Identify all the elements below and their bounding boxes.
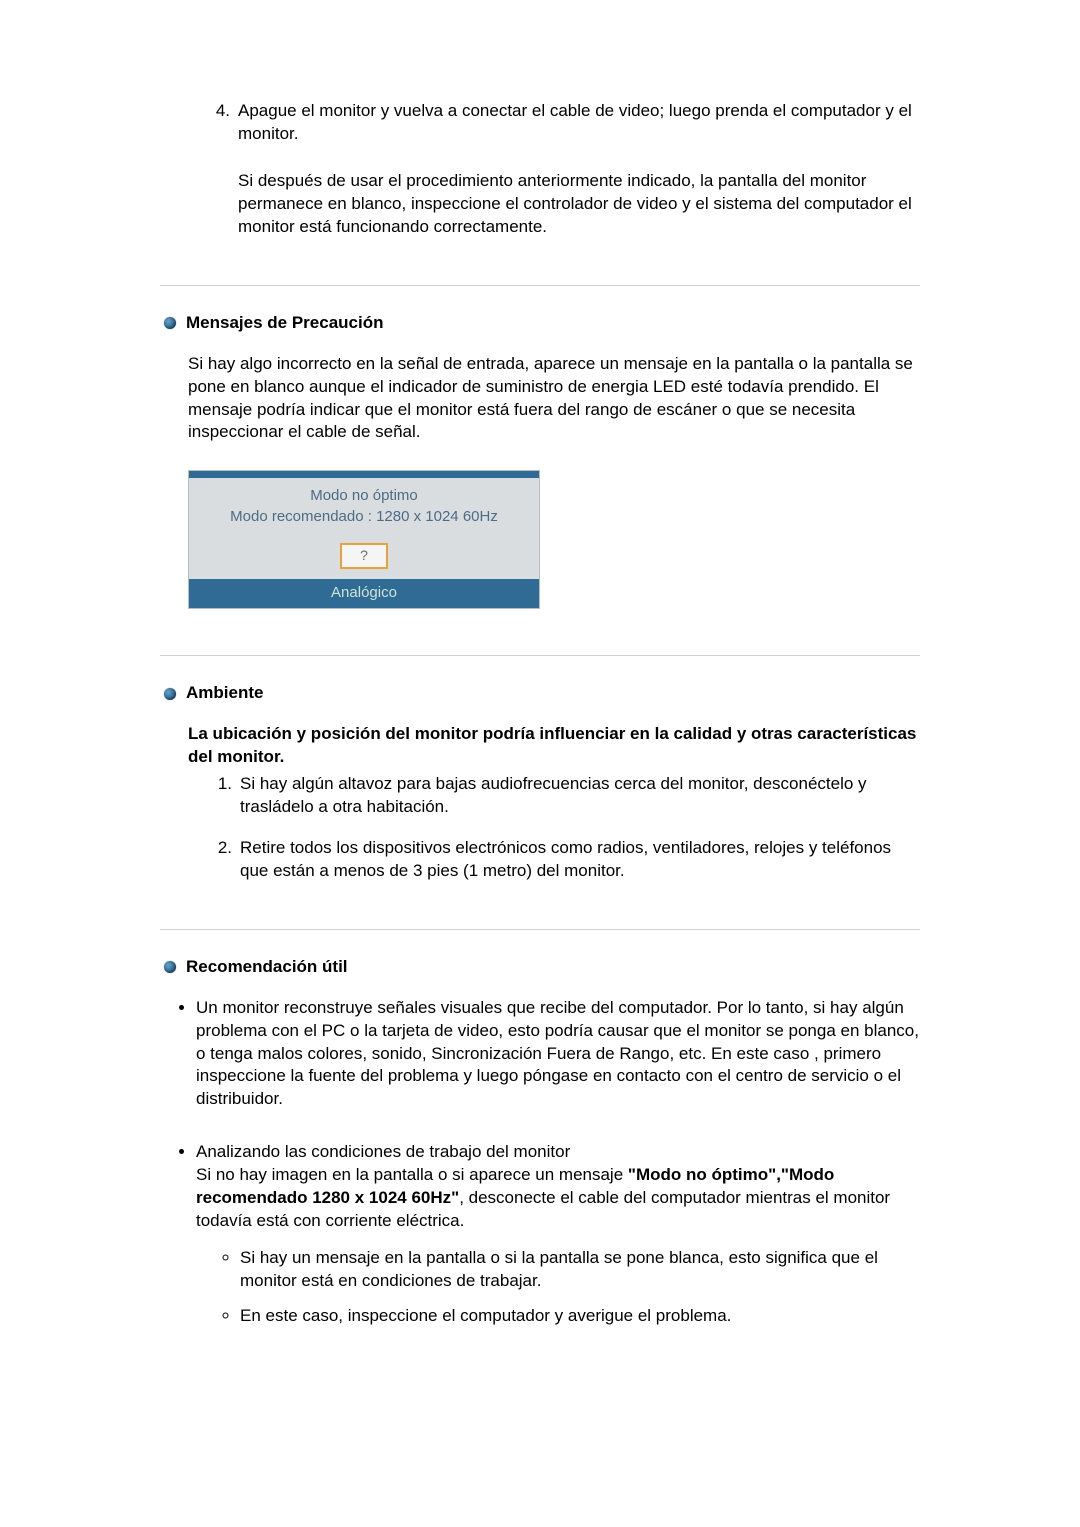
section-divider xyxy=(160,655,920,656)
environment-item-2: 2. Retire todos los dispositivos electró… xyxy=(202,837,920,883)
section-recommendation-body: Un monitor reconstruye señales visuales … xyxy=(170,997,920,1328)
warning-box-message: Modo no óptimo Modo recomendado : 1280 x… xyxy=(189,478,539,537)
step-text: Retire todos los dispositivos electrónic… xyxy=(240,837,920,883)
sphere-bullet-icon xyxy=(164,961,176,973)
section-environment-header: Ambiente xyxy=(164,682,920,705)
section-precaution-body: Si hay algo incorrecto en la señal de en… xyxy=(188,353,920,445)
warning-help-button[interactable]: ? xyxy=(340,543,388,569)
warning-message-box: Modo no óptimo Modo recomendado : 1280 x… xyxy=(188,470,540,609)
section-divider xyxy=(160,285,920,286)
warning-line-2: Modo recomendado : 1280 x 1024 60Hz xyxy=(195,507,533,527)
rec2-intro: Analizando las condiciones de trabajo de… xyxy=(196,1142,570,1161)
section-recommendation-header: Recomendación útil xyxy=(164,956,920,979)
environment-item-1: 1. Si hay algún altavoz para bajas audio… xyxy=(202,773,920,819)
intro-step-4: 4. Apague el monitor y vuelva a conectar… xyxy=(200,100,920,146)
step-text: Apague el monitor y vuelva a conectar el… xyxy=(238,100,920,146)
recommendation-item-1: Un monitor reconstruye señales visuales … xyxy=(196,997,920,1112)
recommendation-list: Un monitor reconstruye señales visuales … xyxy=(170,997,920,1328)
intro-step-4-note: Si después de usar el procedimiento ante… xyxy=(238,170,920,239)
document-page: 4. Apague el monitor y vuelva a conectar… xyxy=(160,0,920,1328)
section-precaution-header: Mensajes de Precaución xyxy=(164,312,920,335)
step-number: 4. xyxy=(200,100,238,146)
warning-box-button-row: ? xyxy=(189,537,539,579)
warning-line-1: Modo no óptimo xyxy=(195,486,533,506)
environment-lead: La ubicación y posición del monitor podr… xyxy=(188,723,920,769)
warning-box-bottom-bar: Analógico xyxy=(189,579,539,608)
section-environment-body: La ubicación y posición del monitor podr… xyxy=(188,723,920,883)
step-text: Si hay algún altavoz para bajas audiofre… xyxy=(240,773,920,819)
recommendation-sublist: Si hay un mensaje en la pantalla o si la… xyxy=(196,1247,920,1328)
recommendation-sub-1: Si hay un mensaje en la pantalla o si la… xyxy=(240,1247,920,1293)
recommendation-sub-2: En este caso, inspeccione el computador … xyxy=(240,1305,920,1328)
recommendation-item-2: Analizando las condiciones de trabajo de… xyxy=(196,1141,920,1328)
sphere-bullet-icon xyxy=(164,317,176,329)
step-number: 2. xyxy=(202,837,240,883)
section-title: Ambiente xyxy=(186,682,263,705)
rec2-pre: Si no hay imagen en la pantalla o si apa… xyxy=(196,1165,628,1184)
section-title: Mensajes de Precaución xyxy=(186,312,383,335)
section-title: Recomendación útil xyxy=(186,956,348,979)
sphere-bullet-icon xyxy=(164,688,176,700)
section-divider xyxy=(160,929,920,930)
precaution-paragraph: Si hay algo incorrecto en la señal de en… xyxy=(188,353,920,445)
warning-box-top-bar xyxy=(189,471,539,478)
step-number: 1. xyxy=(202,773,240,819)
